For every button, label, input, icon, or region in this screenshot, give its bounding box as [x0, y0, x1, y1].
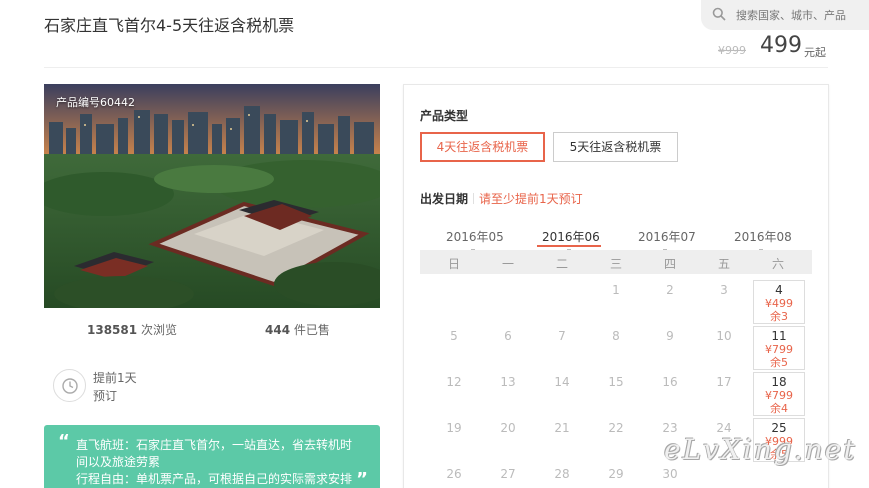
calendar-day: 14 [554, 375, 570, 389]
search-input[interactable]: 搜索国家、城市、产品 [736, 7, 846, 23]
day-stock: 余4 [770, 402, 788, 415]
highlight-line: 直飞航班：石家庄直飞首尔，一站直达，省去转机时 [76, 438, 353, 452]
product-code: 产品编号60442 [56, 96, 135, 109]
product-highlights: “ 直飞航班：石家庄直飞首尔，一站直达，省去转机时 间以及旅途劳累 行程自由：单… [44, 425, 380, 488]
product-type-4day[interactable]: 4天往返含税机票 [420, 132, 545, 162]
day-number: 11 [771, 329, 787, 343]
calendar-day-available[interactable]: 11 ¥799 余5 [753, 326, 805, 370]
calendar-day: 19 [446, 421, 462, 435]
sold-count-label: 件已售 [293, 323, 330, 337]
watermark: eLvXing.net [664, 433, 857, 466]
original-price: ¥999 [718, 44, 746, 57]
day-stock: 余3 [770, 310, 788, 323]
product-type-label: 产品类型 [420, 109, 469, 123]
view-count-label: 次浏览 [140, 323, 177, 337]
advance-booking-line1: 提前1天 [93, 371, 137, 385]
divider [44, 67, 828, 68]
day-price: ¥799 [765, 343, 793, 356]
product-type-5day[interactable]: 5天往返含税机票 [553, 132, 678, 162]
day-number: 18 [771, 375, 787, 389]
current-price: 499 [760, 33, 802, 58]
weekday-label: 三 [609, 257, 622, 271]
calendar-day: 20 [500, 421, 516, 435]
calendar-day-available[interactable]: 4 ¥499 余3 [753, 280, 805, 324]
month-tab[interactable]: 2016年05 [446, 228, 504, 245]
calendar-day: 22 [608, 421, 624, 435]
calendar-day: 7 [558, 329, 566, 343]
clock-icon-circle [53, 369, 86, 402]
calendar-day: 9 [666, 329, 674, 343]
day-price: ¥799 [765, 389, 793, 402]
view-count-number: 138581 [87, 323, 138, 337]
calendar-day: 6 [504, 329, 512, 343]
calendar-day: 10 [716, 329, 732, 343]
calendar-day: 1 [612, 283, 620, 297]
price-suffix: 元起 [804, 46, 826, 59]
advance-booking: 提前1天 预订 [93, 369, 137, 405]
open-quote-icon: “ [58, 431, 70, 452]
weekday-label: 四 [663, 257, 676, 271]
departure-date-label: 出发日期 [420, 192, 469, 206]
calendar-day: 12 [446, 375, 462, 389]
month-tab[interactable]: 2016年08 [734, 228, 792, 245]
sold-count: 444 件已售 [265, 321, 330, 338]
search-icon[interactable] [712, 7, 726, 21]
weekday-label: 日 [447, 257, 460, 271]
day-number: 4 [775, 283, 783, 297]
calendar-day: 17 [716, 375, 732, 389]
weekday-label: 五 [717, 257, 730, 271]
selected-month-indicator [537, 245, 601, 247]
highlight-line: 行程自由：单机票产品，可根据自己的实际需求安排 [76, 472, 353, 486]
weekday-label: 六 [771, 257, 784, 271]
booking-panel: 产品类型 4天往返含税机票 5天往返含税机票 出发日期 请至少提前1天预订 20… [403, 84, 829, 488]
calendar-day: 8 [612, 329, 620, 343]
calendar-day: 29 [608, 467, 624, 481]
calendar-day: 5 [450, 329, 458, 343]
calendar-day: 13 [500, 375, 516, 389]
day-stock: 余5 [770, 356, 788, 369]
calendar-day: 26 [446, 467, 462, 481]
calendar-day: 21 [554, 421, 570, 435]
day-price: ¥499 [765, 297, 793, 310]
calendar-day: 30 [662, 467, 678, 481]
sold-count-number: 444 [265, 323, 291, 337]
highlight-line: 间以及旅途劳累 [76, 455, 161, 469]
close-quote-icon: ” [356, 469, 368, 488]
search-box[interactable]: 搜索国家、城市、产品 [701, 0, 869, 30]
weekday-label: 一 [501, 257, 514, 271]
month-tab-selected[interactable]: 2016年06 [542, 228, 600, 245]
calendar-day-available[interactable]: 18 ¥799 余4 [753, 372, 805, 416]
calendar-day: 27 [500, 467, 516, 481]
page-title: 石家庄直飞首尔4-5天往返含税机票 [44, 16, 295, 35]
date-hint: 请至少提前1天预订 [473, 192, 583, 206]
calendar-day: 3 [720, 283, 728, 297]
weekday-header: 日 一 二 三 四 五 六 [420, 250, 812, 274]
advance-booking-line2: 预订 [93, 389, 118, 403]
calendar-day: 15 [608, 375, 624, 389]
weekday-label: 二 [555, 257, 568, 271]
calendar-day: 2 [666, 283, 674, 297]
calendar-day: 16 [662, 375, 678, 389]
month-tab[interactable]: 2016年07 [638, 228, 696, 245]
view-count: 138581 次浏览 [87, 321, 177, 338]
product-image: 产品编号60442 [44, 84, 380, 308]
clock-icon [62, 378, 78, 394]
calendar-day: 28 [554, 467, 570, 481]
